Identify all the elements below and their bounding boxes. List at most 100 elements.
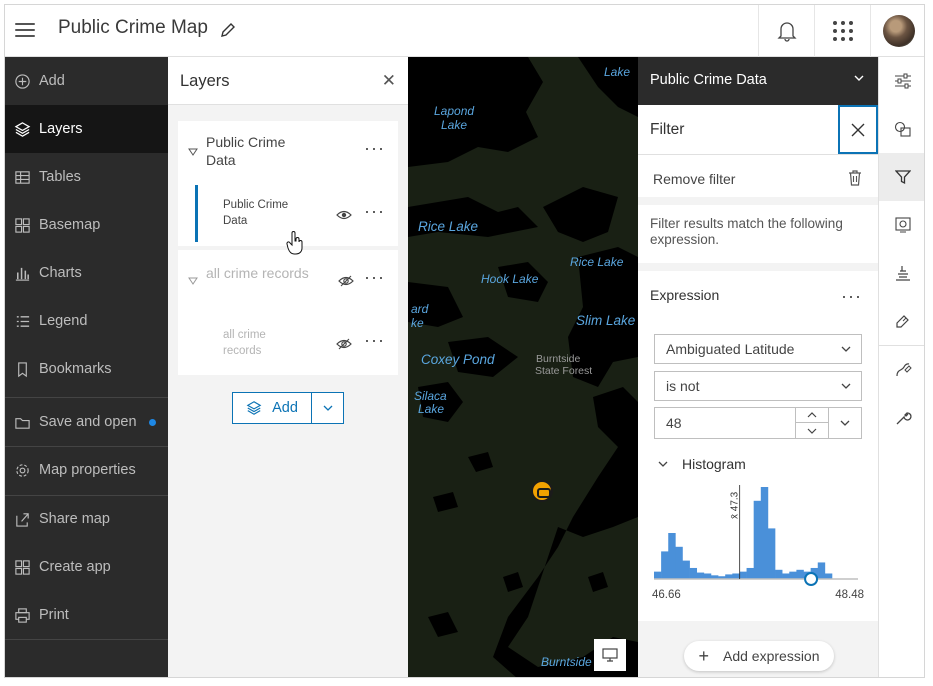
display-toggle-button[interactable] [594,639,626,671]
expression-title: Expression [650,287,720,303]
histogram-toggle[interactable]: Histogram [658,456,746,472]
nav-item-create-app[interactable]: Create app [5,543,168,591]
remove-filter-label[interactable]: Remove filter [653,171,735,187]
print-icon [14,607,30,623]
nav-item-add[interactable]: Add [5,57,168,105]
styles-button[interactable] [879,105,924,153]
nav-item-charts[interactable]: Charts [5,249,168,297]
visibility-off-eye-icon[interactable] [336,338,352,350]
filter-button[interactable] [879,153,924,201]
nav-item-label: Basemap [39,217,101,233]
wrench-icon [896,412,912,425]
add-layer-button[interactable]: Add [233,393,312,423]
collapse-triangle-icon[interactable] [188,276,198,286]
nav-item-legend[interactable]: Legend [5,297,168,345]
collapse-triangle-icon[interactable] [188,147,198,157]
app-grid-icon [832,21,853,41]
sublayer-options-icon[interactable]: ··· [364,202,385,220]
remove-filter-row[interactable]: Remove filter [638,155,878,205]
bell-icon [776,22,797,42]
histogram-bar [775,569,783,579]
layer-group-name[interactable]: all crime records [206,264,316,282]
properties-button[interactable] [879,57,924,105]
layer-group-name[interactable]: Public Crime Data [206,133,316,169]
nav-item-tables[interactable]: Tables [5,153,168,201]
visibility-eye-icon[interactable] [336,209,352,221]
value-input[interactable]: 48 [654,407,796,439]
expression-card: Expression ··· Ambiguated Latitude is no… [638,271,878,621]
field-select[interactable]: Ambiguated Latitude [654,334,862,364]
histogram-max-label: 48.48 [835,589,864,601]
chevron-down-icon [323,405,332,411]
nav-item-label: Tables [39,169,81,185]
histogram-chart[interactable]: x̄ 47.3 [652,483,862,587]
nav-item-label: Create app [39,559,111,575]
configure-popups-button[interactable] [879,297,924,345]
visibility-off-eye-icon[interactable] [338,275,354,287]
map-label: Slim Lake [576,313,636,328]
plus-icon: + [698,645,709,666]
close-icon[interactable]: ✕ [382,71,396,91]
nav-item-layers[interactable]: Layers [5,105,168,153]
histogram-bar [675,546,683,579]
hand-cursor-icon [286,231,303,255]
add-layer-split-button: Add [232,392,344,424]
nav-item-label: Share map [39,511,110,527]
trash-icon[interactable] [848,170,862,186]
layer-options-icon[interactable]: ··· [364,268,385,286]
filter-icon [894,170,911,185]
stepper-up-button[interactable] [796,408,828,423]
map-label: Coxey Pond [421,352,495,367]
histogram-bar [654,571,662,579]
histogram-bar [753,500,762,579]
histogram-bar [789,571,797,579]
layer-selector-header[interactable]: Public Crime Data [638,57,878,105]
plus-circle-icon [14,73,30,89]
value-dropdown-button[interactable] [828,407,862,439]
filter-description: Filter results match the following expre… [638,205,878,263]
nav-item-map-properties[interactable]: Map properties [5,446,168,494]
nav-item-share-map[interactable]: Share map [5,495,168,543]
sublayer-name[interactable]: Public Crime Data [223,197,303,229]
close-icon [851,123,865,136]
map-label: Rice Lake [418,219,479,234]
operator-select[interactable]: is not [654,371,862,401]
notifications-button[interactable] [758,5,814,57]
layer-options-icon[interactable]: ··· [364,139,385,157]
map-label: Rice Lake [570,255,624,269]
edit-title-icon[interactable] [219,21,237,39]
nav-item-basemap[interactable]: Basemap [5,201,168,249]
histogram-slider-handle[interactable] [804,572,819,586]
stepper-down-button[interactable] [796,423,828,438]
add-expression-button[interactable]: + Add expression [684,641,834,671]
chevron-down-icon [841,383,851,389]
user-menu-button[interactable] [870,5,924,57]
nav-divider [5,639,168,640]
map-label: Silaca [414,389,447,403]
sublayer-options-icon[interactable]: ··· [364,331,385,349]
labels-button[interactable] [879,249,924,297]
menu-icon[interactable] [15,19,35,39]
expression-options-icon[interactable]: ··· [841,287,862,305]
measure-button[interactable] [879,394,924,442]
sublayer-name[interactable]: all crime records [223,327,303,359]
map-label: Burntside [541,655,592,669]
nav-item-print[interactable]: Print [5,591,168,639]
legend-icon [16,315,29,327]
crime-point-marker[interactable] [531,480,553,502]
apps-icon [14,559,30,575]
layers-add-icon [246,401,262,415]
styles-icon [894,121,911,137]
histogram-bar [696,572,705,579]
effects-icon [894,217,911,233]
effects-button[interactable] [879,201,924,249]
sketch-button[interactable] [879,346,924,394]
map-view[interactable]: Lake Lapond Lake Rice Lake Rice Lake Hoo… [408,57,638,677]
nav-item-bookmarks[interactable]: Bookmarks [5,345,168,393]
add-layer-dropdown[interactable] [312,393,343,423]
nav-item-save-and-open[interactable]: Save and open [5,398,168,446]
histogram-bar [732,573,740,579]
histogram-bar [824,573,833,579]
app-launcher-button[interactable] [814,5,870,57]
close-filter-button[interactable] [838,105,878,154]
